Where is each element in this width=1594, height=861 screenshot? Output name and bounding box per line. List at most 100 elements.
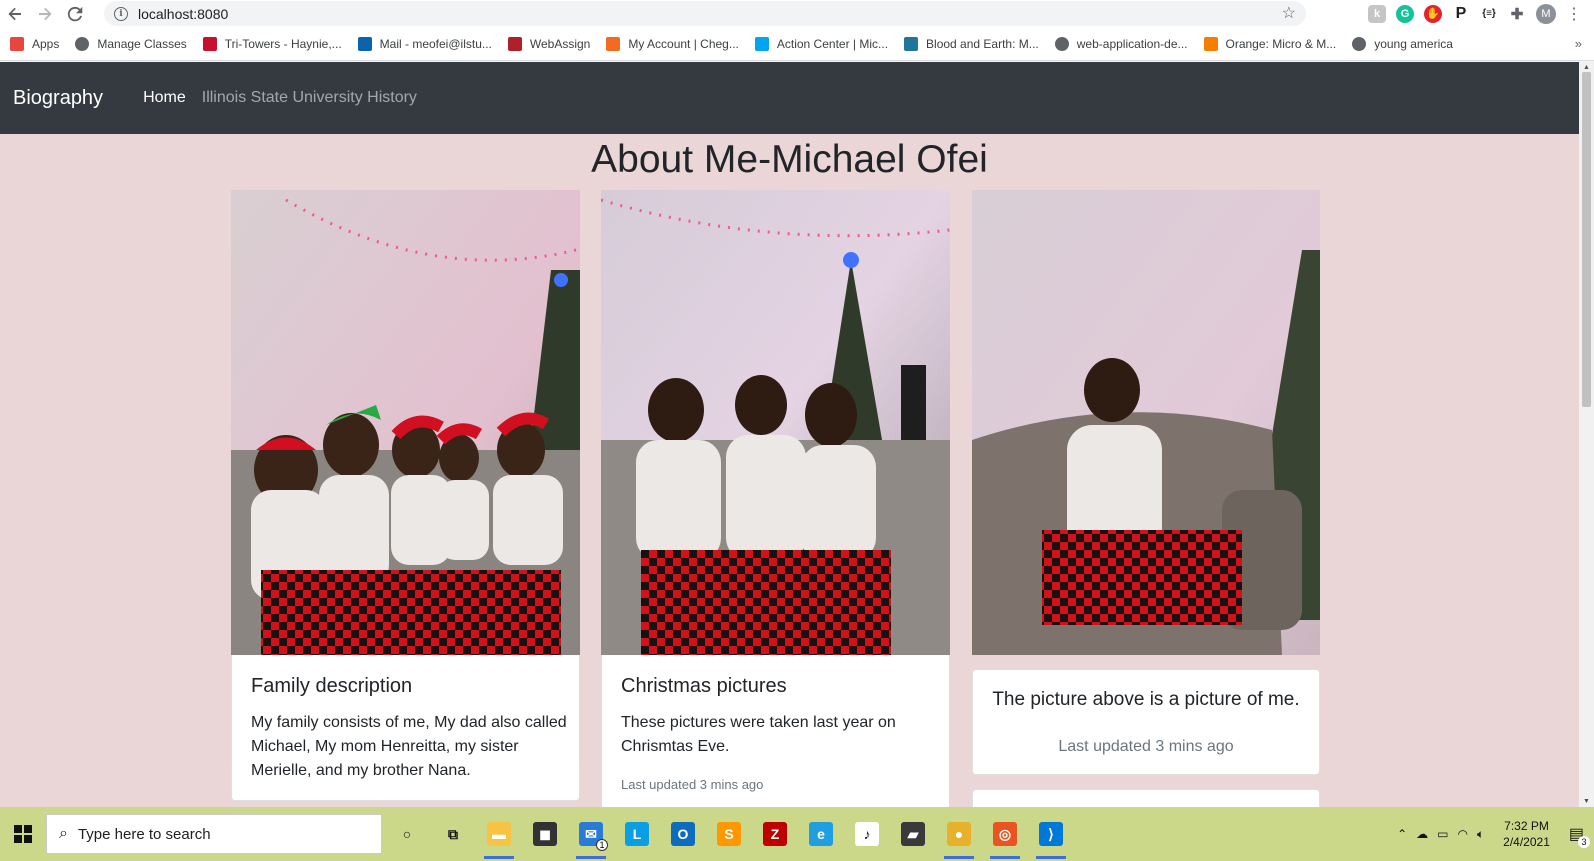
- wifi-icon[interactable]: ◠: [1457, 827, 1467, 841]
- bookmark-item[interactable]: Action Center | Mic...: [754, 36, 889, 51]
- browser-toolbar: i localhost:8080 ☆ k G ✋ P {≡} ✚ M ⋮: [0, 0, 1594, 27]
- taskbar-app-button[interactable]: ♪: [844, 807, 890, 861]
- grammarly-extension-icon[interactable]: G: [1396, 4, 1414, 23]
- bookmark-label: Action Center | Mic...: [776, 36, 889, 51]
- taskbar-app-button[interactable]: e: [798, 807, 844, 861]
- taskbar-app-button[interactable]: L: [614, 807, 660, 861]
- bookmark-label: Apps: [32, 36, 60, 51]
- search-placeholder: Type here to search: [77, 825, 211, 843]
- bookmark-item[interactable]: Manage Classes: [75, 36, 187, 51]
- notification-center-icon[interactable]: ▤ 3: [1569, 824, 1590, 848]
- globe-icon: [75, 36, 90, 51]
- volume-icon[interactable]: 🔈︎: [1477, 827, 1484, 842]
- site-info-icon[interactable]: i: [114, 6, 128, 21]
- cortana-icon: ○: [402, 826, 412, 842]
- globe-icon: [1054, 36, 1069, 51]
- site-navbar: Biography Home Illinois State University…: [0, 62, 1579, 134]
- bookmark-label: My Account | Cheg...: [628, 36, 739, 51]
- chevron-up-icon[interactable]: ⌃: [1397, 827, 1407, 841]
- bookmark-item[interactable]: web-application-de...: [1054, 36, 1188, 51]
- back-arrow-icon[interactable]: [0, 0, 30, 27]
- taskbar-app-button[interactable]: ⧉: [430, 807, 476, 861]
- extensions-area: k G ✋ P {≡} ✚ M ⋮: [1368, 0, 1594, 27]
- scroll-up-arrow-icon[interactable]: ▲: [1583, 64, 1590, 71]
- clock-date: 2/4/2021: [1503, 835, 1550, 849]
- webassign-icon: [507, 36, 522, 51]
- bookmark-label: WebAssign: [529, 36, 591, 51]
- page-viewport: Biography Home Illinois State University…: [0, 62, 1579, 807]
- url-text: localhost:8080: [138, 5, 229, 22]
- christmas-photo: [601, 190, 950, 655]
- globe-icon: [1352, 36, 1367, 51]
- chegg-icon: [606, 36, 621, 51]
- windows-taskbar: ⌕ Type here to search ○ ⧉ ▬ ◼ ✉ 1 L O S Ze ♪ ▰ ● ◎ ⟩ ⌃…: [0, 807, 1594, 861]
- bookmark-label: Manage Classes: [97, 36, 187, 51]
- battery-icon[interactable]: ▭: [1437, 827, 1448, 841]
- address-bar[interactable]: i localhost:8080 ☆: [104, 1, 1306, 26]
- taskbar-clock[interactable]: 7:32 PM 2/4/2021: [1503, 818, 1550, 850]
- card-text: These pictures were taken last year on C…: [621, 714, 896, 755]
- taskbar-app-button[interactable]: S: [706, 807, 752, 861]
- json-extension-icon[interactable]: {≡}: [1480, 5, 1498, 23]
- bookmark-item[interactable]: My Account | Cheg...: [606, 36, 739, 51]
- scrollbar-thumb[interactable]: [1582, 72, 1591, 407]
- system-tray: ⌃ ☁ ▭ ◠ 🔈︎ 7:32 PM 2/4/2021 ▤ 3: [1397, 807, 1594, 861]
- scroll-down-arrow-icon[interactable]: ▼: [1583, 798, 1590, 805]
- taskbar-app-button[interactable]: ✉ 1: [568, 807, 614, 861]
- page-title: About Me-Michael Ofei: [591, 138, 988, 181]
- card-self-caption: The picture above is a picture of me. La…: [972, 669, 1320, 775]
- clock-time: 7:32 PM: [1504, 819, 1549, 833]
- navbar-brand[interactable]: Biography: [13, 87, 103, 110]
- itunes-icon: ♪: [855, 822, 879, 846]
- forward-arrow-icon[interactable]: [30, 0, 60, 27]
- windows-start-icon[interactable]: [0, 807, 46, 861]
- taskbar-app-button[interactable]: ◎: [982, 807, 1028, 861]
- card-family-description: Family description My family consists of…: [231, 655, 580, 801]
- bookmark-item[interactable]: Mail - meofei@ilstu...: [357, 36, 492, 51]
- adblock-extension-icon[interactable]: ✋: [1424, 4, 1442, 23]
- bookmark-label: Tri-Towers - Haynie,...: [224, 36, 342, 51]
- bookmark-item[interactable]: Apps: [10, 36, 60, 51]
- more-bookmarks-chevron-icon[interactable]: »: [1575, 36, 1582, 51]
- nav-link-home[interactable]: Home: [143, 89, 186, 107]
- bookmark-label: Blood and Earth: M...: [926, 36, 1039, 51]
- bookmarks-bar: Apps Manage Classes Tri-Towers - Haynie,..…: [0, 27, 1594, 61]
- taskbar-app-button[interactable]: ▬: [476, 807, 522, 861]
- bookmark-item[interactable]: WebAssign: [507, 36, 591, 51]
- wordpress-icon: [904, 36, 919, 51]
- bookmark-item[interactable]: young america: [1352, 36, 1453, 51]
- translate-extension-icon[interactable]: k: [1368, 4, 1386, 23]
- extensions-puzzle-icon[interactable]: ✚: [1508, 5, 1526, 23]
- microsoft-icon: [754, 36, 769, 51]
- taskbar-app-button[interactable]: ○: [384, 807, 430, 861]
- menu-kebab-icon[interactable]: ⋮: [1566, 4, 1582, 24]
- page-scrollbar[interactable]: ▲ ▼: [1579, 62, 1594, 807]
- bookmark-item[interactable]: Blood and Earth: M...: [904, 36, 1039, 51]
- taskbar-app-button[interactable]: ⟩: [1028, 807, 1074, 861]
- taskbar-search-input[interactable]: ⌕ Type here to search: [46, 814, 382, 854]
- taskbar-app-button[interactable]: O: [660, 807, 706, 861]
- notification-count: 3: [1578, 836, 1590, 848]
- bookmark-label: web-application-de...: [1076, 36, 1188, 51]
- bookmark-star-icon[interactable]: ☆: [1282, 3, 1296, 23]
- pinterest-extension-icon[interactable]: P: [1452, 5, 1470, 23]
- onedrive-icon[interactable]: ☁: [1416, 827, 1428, 841]
- sublime-icon: S: [717, 822, 741, 846]
- nav-link-isu-history[interactable]: Illinois State University History: [202, 89, 417, 107]
- mail-badge: 1: [596, 839, 608, 851]
- bookmark-item[interactable]: Tri-Towers - Haynie,...: [202, 36, 342, 51]
- profile-avatar[interactable]: M: [1536, 3, 1556, 24]
- blogger-icon: [1203, 36, 1218, 51]
- taskbar-app-button[interactable]: ●: [936, 807, 982, 861]
- file-explorer-icon: ▬: [487, 822, 511, 846]
- card-title: Christmas pictures: [621, 675, 787, 697]
- taskbar-app-button[interactable]: ▰: [890, 807, 936, 861]
- reload-icon[interactable]: [60, 0, 90, 27]
- sticky-notes-icon: ▰: [901, 822, 925, 846]
- card-next-peek: [972, 789, 1320, 807]
- card-christmas-pictures: Christmas pictures These pictures were t…: [601, 655, 950, 807]
- taskbar-app-button[interactable]: ◼: [522, 807, 568, 861]
- bookmark-item[interactable]: Orange: Micro & M...: [1203, 36, 1336, 51]
- taskbar-app-button[interactable]: Z: [752, 807, 798, 861]
- search-icon: ⌕: [59, 825, 68, 842]
